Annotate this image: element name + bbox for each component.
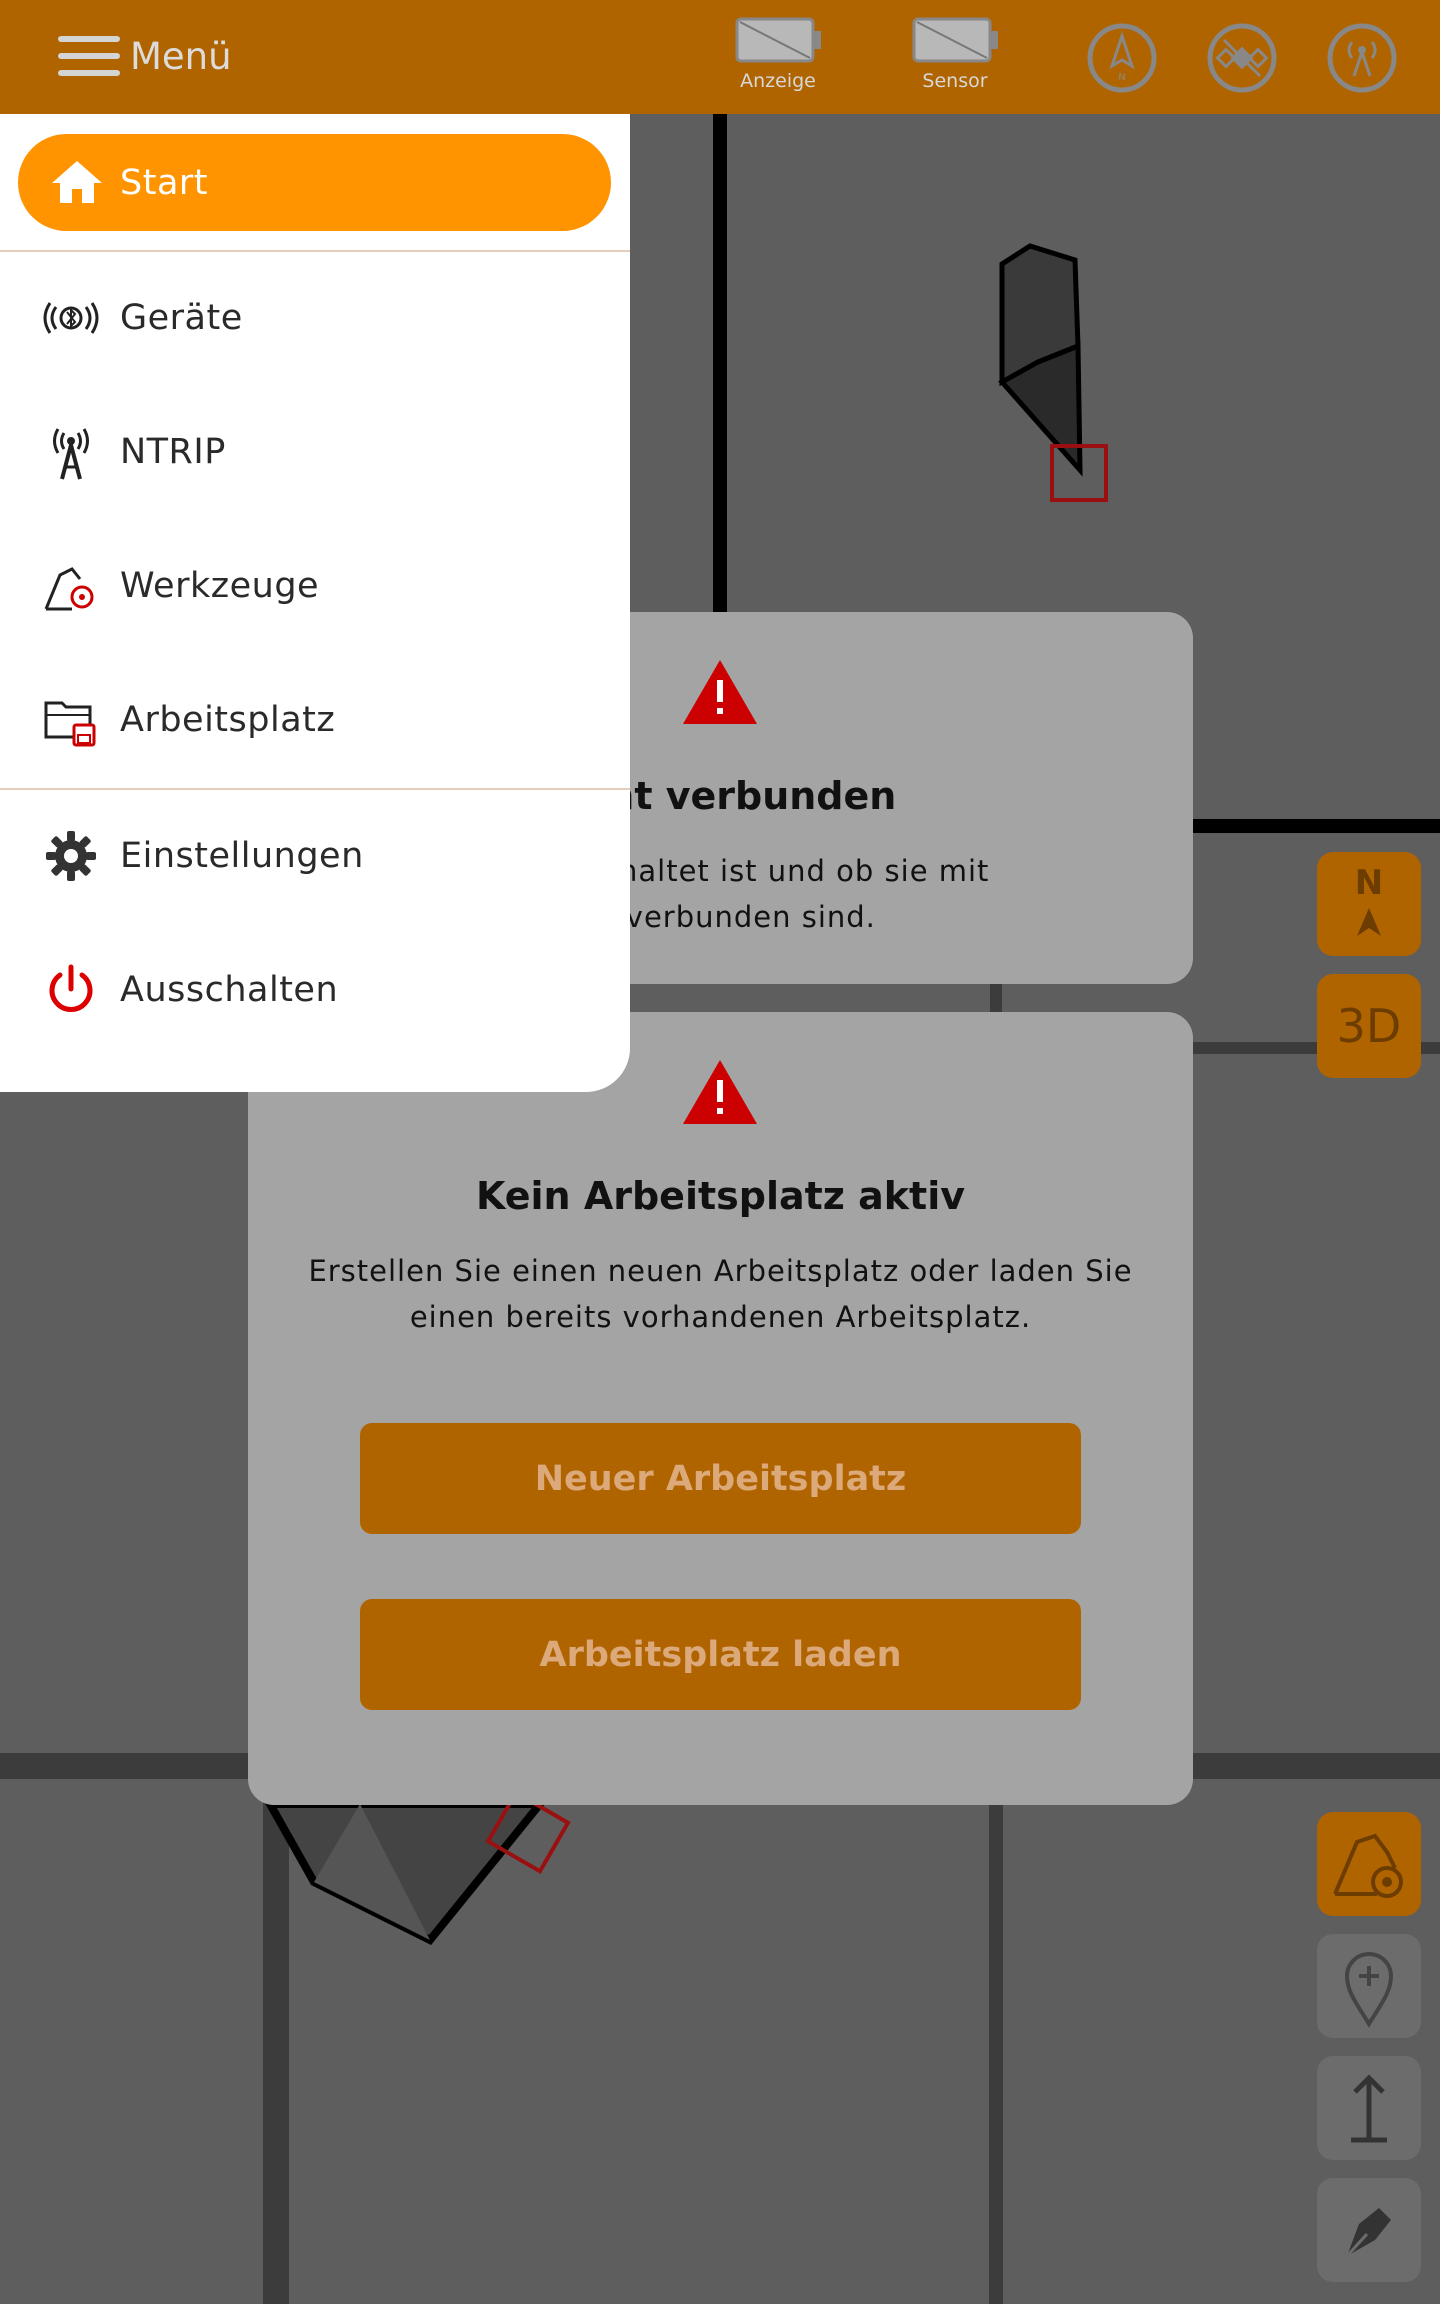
sensor-status-label: Sensor [922,70,988,92]
display-status-label: Anzeige [740,70,816,92]
drawer-item-devices[interactable]: Geräte [0,270,630,366]
draw-button[interactable] [1317,2178,1421,2282]
new-workspace-button[interactable]: Neuer Arbeitsplatz [360,1423,1081,1534]
drawer-item-workspace[interactable]: Arbeitsplatz [0,672,630,768]
north-arrow-icon: N [1355,863,1383,936]
no-workspace-dialog: Kein Arbeitsplatz aktiv Erstellen Sie ei… [248,1012,1193,1805]
antenna-tower-icon [53,428,89,480]
drawer-item-shutdown[interactable]: Ausschalten [0,942,630,1038]
north-label: N [1355,863,1383,903]
satellite-off-icon[interactable] [1206,22,1278,94]
home-icon [52,161,102,203]
bluetooth-icon [43,302,99,334]
drawer-item-start[interactable]: Start [18,134,611,231]
load-workspace-button[interactable]: Arbeitsplatz laden [360,1599,1081,1710]
drawer-divider [0,250,630,252]
drawer-item-label: Start [120,162,209,203]
battery-empty-icon [735,17,821,63]
north-align-button[interactable]: N [1317,852,1421,956]
excavator-bucket-gear-icon [1333,1833,1403,1898]
drawer-item-label: Einstellungen [120,836,364,876]
gear-icon [46,831,96,881]
battery-empty-icon [912,17,998,63]
sensor-battery-status[interactable]: Sensor [900,16,1010,92]
excavator-bucket-gear-icon [44,567,94,611]
folder-save-icon [44,701,96,747]
drawer-item-label: Geräte [120,298,243,338]
pen-nib-icon [1345,2208,1391,2258]
antenna-icon[interactable] [1326,22,1398,94]
warning-icon [683,1060,757,1124]
menu-button[interactable]: Menü [58,30,232,82]
drawer-item-settings[interactable]: Einstellungen [0,808,630,904]
height-measure-button[interactable] [1317,2056,1421,2160]
arrow-up-bar-icon [1351,2074,1387,2143]
hamburger-icon [58,34,120,78]
drawer-item-tools[interactable]: Werkzeuge [0,538,630,634]
display-battery-status[interactable]: Anzeige [723,16,833,92]
view-3d-button[interactable]: 3D [1317,974,1421,1078]
svg-text:N: N [1118,72,1125,83]
drawer-item-label: Ausschalten [120,970,339,1010]
tool-settings-button[interactable] [1317,1812,1421,1916]
drawer-item-label: Werkzeuge [120,566,320,606]
top-bar: Menü Anzeige Sensor N [0,0,1440,114]
drawer-item-ntrip[interactable]: NTRIP [0,404,630,500]
drawer-divider [0,788,630,790]
add-point-button[interactable] [1317,1934,1421,2038]
power-icon [49,964,93,1012]
warning-icon [683,660,757,724]
side-drawer: Start Geräte NTRIP Werkzeuge Arbeitsplat… [0,114,630,1092]
drawer-item-label: Arbeitsplatz [120,700,336,740]
compass-north-icon[interactable]: N [1086,22,1158,94]
workspace-dialog-text-line1: Erstellen Sie einen neuen Arbeitsplatz o… [308,1254,1133,1288]
menu-label: Menü [130,34,232,78]
workspace-dialog-text-line2: einen bereits vorhandenen Arbeitsplatz. [409,1300,1032,1334]
workspace-dialog-title: Kein Arbeitsplatz aktiv [475,1174,966,1218]
map-pin-add-icon [1344,1952,1394,2028]
drawer-item-label: NTRIP [120,432,226,472]
